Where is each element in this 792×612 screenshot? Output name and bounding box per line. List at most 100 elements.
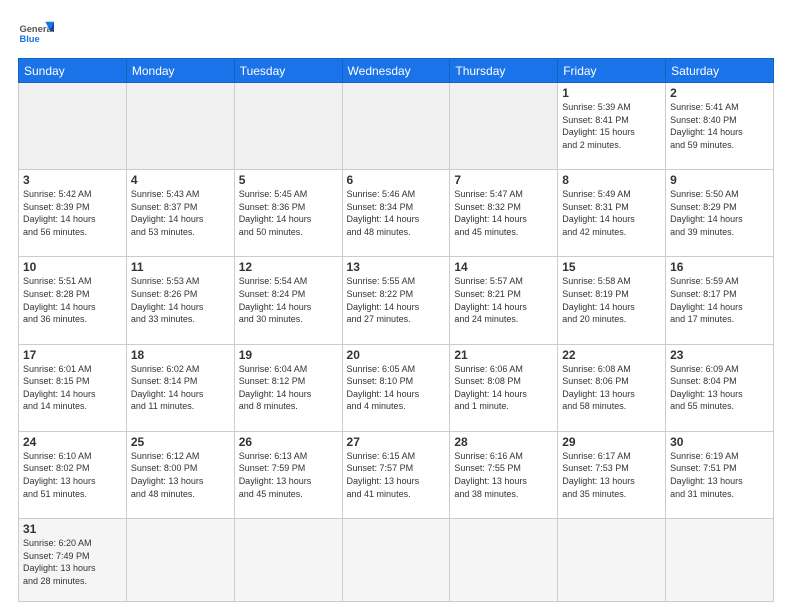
calendar-cell: 7Sunrise: 5:47 AM Sunset: 8:32 PM Daylig…: [450, 170, 558, 257]
day-info: Sunrise: 5:49 AM Sunset: 8:31 PM Dayligh…: [562, 188, 661, 238]
day-info: Sunrise: 6:19 AM Sunset: 7:51 PM Dayligh…: [670, 450, 769, 500]
day-info: Sunrise: 5:43 AM Sunset: 8:37 PM Dayligh…: [131, 188, 230, 238]
calendar-week-5: 24Sunrise: 6:10 AM Sunset: 8:02 PM Dayli…: [19, 431, 774, 518]
calendar-cell: 28Sunrise: 6:16 AM Sunset: 7:55 PM Dayli…: [450, 431, 558, 518]
calendar-cell: [126, 518, 234, 601]
day-info: Sunrise: 5:41 AM Sunset: 8:40 PM Dayligh…: [670, 101, 769, 151]
weekday-header-saturday: Saturday: [666, 59, 774, 83]
calendar-cell: 25Sunrise: 6:12 AM Sunset: 8:00 PM Dayli…: [126, 431, 234, 518]
day-number: 24: [23, 435, 122, 449]
day-info: Sunrise: 6:17 AM Sunset: 7:53 PM Dayligh…: [562, 450, 661, 500]
day-info: Sunrise: 5:53 AM Sunset: 8:26 PM Dayligh…: [131, 275, 230, 325]
day-info: Sunrise: 5:45 AM Sunset: 8:36 PM Dayligh…: [239, 188, 338, 238]
logo: General Blue: [18, 16, 54, 52]
calendar-cell: 21Sunrise: 6:06 AM Sunset: 8:08 PM Dayli…: [450, 344, 558, 431]
day-number: 20: [347, 348, 446, 362]
day-number: 23: [670, 348, 769, 362]
calendar-header: SundayMondayTuesdayWednesdayThursdayFrid…: [19, 59, 774, 83]
day-info: Sunrise: 6:02 AM Sunset: 8:14 PM Dayligh…: [131, 363, 230, 413]
calendar-cell: [666, 518, 774, 601]
calendar-cell: 16Sunrise: 5:59 AM Sunset: 8:17 PM Dayli…: [666, 257, 774, 344]
calendar-cell: 17Sunrise: 6:01 AM Sunset: 8:15 PM Dayli…: [19, 344, 127, 431]
calendar-cell: 4Sunrise: 5:43 AM Sunset: 8:37 PM Daylig…: [126, 170, 234, 257]
day-number: 31: [23, 522, 122, 536]
day-number: 25: [131, 435, 230, 449]
calendar-cell: 15Sunrise: 5:58 AM Sunset: 8:19 PM Dayli…: [558, 257, 666, 344]
calendar-cell: [19, 83, 127, 170]
calendar-cell: 22Sunrise: 6:08 AM Sunset: 8:06 PM Dayli…: [558, 344, 666, 431]
day-number: 19: [239, 348, 338, 362]
calendar-body: 1Sunrise: 5:39 AM Sunset: 8:41 PM Daylig…: [19, 83, 774, 602]
header: General Blue: [18, 16, 774, 52]
day-info: Sunrise: 6:13 AM Sunset: 7:59 PM Dayligh…: [239, 450, 338, 500]
day-info: Sunrise: 6:16 AM Sunset: 7:55 PM Dayligh…: [454, 450, 553, 500]
calendar-cell: 9Sunrise: 5:50 AM Sunset: 8:29 PM Daylig…: [666, 170, 774, 257]
day-number: 15: [562, 260, 661, 274]
day-number: 14: [454, 260, 553, 274]
weekday-header-monday: Monday: [126, 59, 234, 83]
day-number: 12: [239, 260, 338, 274]
calendar-week-6: 31Sunrise: 6:20 AM Sunset: 7:49 PM Dayli…: [19, 518, 774, 601]
day-info: Sunrise: 5:47 AM Sunset: 8:32 PM Dayligh…: [454, 188, 553, 238]
calendar-cell: 5Sunrise: 5:45 AM Sunset: 8:36 PM Daylig…: [234, 170, 342, 257]
day-info: Sunrise: 6:10 AM Sunset: 8:02 PM Dayligh…: [23, 450, 122, 500]
day-info: Sunrise: 6:01 AM Sunset: 8:15 PM Dayligh…: [23, 363, 122, 413]
calendar-cell: [450, 83, 558, 170]
day-number: 28: [454, 435, 553, 449]
day-number: 1: [562, 86, 661, 100]
day-info: Sunrise: 5:58 AM Sunset: 8:19 PM Dayligh…: [562, 275, 661, 325]
calendar-cell: 27Sunrise: 6:15 AM Sunset: 7:57 PM Dayli…: [342, 431, 450, 518]
calendar-cell: 6Sunrise: 5:46 AM Sunset: 8:34 PM Daylig…: [342, 170, 450, 257]
day-number: 16: [670, 260, 769, 274]
day-number: 10: [23, 260, 122, 274]
calendar-cell: 29Sunrise: 6:17 AM Sunset: 7:53 PM Dayli…: [558, 431, 666, 518]
calendar-table: SundayMondayTuesdayWednesdayThursdayFrid…: [18, 58, 774, 602]
calendar-cell: 1Sunrise: 5:39 AM Sunset: 8:41 PM Daylig…: [558, 83, 666, 170]
calendar-week-2: 3Sunrise: 5:42 AM Sunset: 8:39 PM Daylig…: [19, 170, 774, 257]
day-number: 6: [347, 173, 446, 187]
day-info: Sunrise: 6:06 AM Sunset: 8:08 PM Dayligh…: [454, 363, 553, 413]
day-number: 18: [131, 348, 230, 362]
calendar-cell: 30Sunrise: 6:19 AM Sunset: 7:51 PM Dayli…: [666, 431, 774, 518]
weekday-header-thursday: Thursday: [450, 59, 558, 83]
weekday-header-row: SundayMondayTuesdayWednesdayThursdayFrid…: [19, 59, 774, 83]
calendar-cell: [342, 83, 450, 170]
day-number: 5: [239, 173, 338, 187]
day-number: 13: [347, 260, 446, 274]
page: General Blue SundayMondayTuesdayWednesda…: [0, 0, 792, 612]
calendar-cell: [450, 518, 558, 601]
day-number: 3: [23, 173, 122, 187]
calendar-cell: [558, 518, 666, 601]
day-number: 21: [454, 348, 553, 362]
calendar-cell: [342, 518, 450, 601]
day-number: 22: [562, 348, 661, 362]
day-info: Sunrise: 6:09 AM Sunset: 8:04 PM Dayligh…: [670, 363, 769, 413]
calendar-cell: [126, 83, 234, 170]
calendar-cell: [234, 518, 342, 601]
day-info: Sunrise: 5:50 AM Sunset: 8:29 PM Dayligh…: [670, 188, 769, 238]
day-info: Sunrise: 6:20 AM Sunset: 7:49 PM Dayligh…: [23, 537, 122, 587]
day-number: 2: [670, 86, 769, 100]
calendar-cell: 26Sunrise: 6:13 AM Sunset: 7:59 PM Dayli…: [234, 431, 342, 518]
day-info: Sunrise: 5:59 AM Sunset: 8:17 PM Dayligh…: [670, 275, 769, 325]
calendar-cell: 11Sunrise: 5:53 AM Sunset: 8:26 PM Dayli…: [126, 257, 234, 344]
calendar-cell: 13Sunrise: 5:55 AM Sunset: 8:22 PM Dayli…: [342, 257, 450, 344]
day-info: Sunrise: 6:05 AM Sunset: 8:10 PM Dayligh…: [347, 363, 446, 413]
day-info: Sunrise: 5:57 AM Sunset: 8:21 PM Dayligh…: [454, 275, 553, 325]
day-info: Sunrise: 5:42 AM Sunset: 8:39 PM Dayligh…: [23, 188, 122, 238]
calendar-cell: 10Sunrise: 5:51 AM Sunset: 8:28 PM Dayli…: [19, 257, 127, 344]
calendar-cell: 31Sunrise: 6:20 AM Sunset: 7:49 PM Dayli…: [19, 518, 127, 601]
day-number: 26: [239, 435, 338, 449]
calendar-cell: 19Sunrise: 6:04 AM Sunset: 8:12 PM Dayli…: [234, 344, 342, 431]
calendar-cell: 23Sunrise: 6:09 AM Sunset: 8:04 PM Dayli…: [666, 344, 774, 431]
day-number: 29: [562, 435, 661, 449]
calendar-cell: 3Sunrise: 5:42 AM Sunset: 8:39 PM Daylig…: [19, 170, 127, 257]
calendar-cell: 24Sunrise: 6:10 AM Sunset: 8:02 PM Dayli…: [19, 431, 127, 518]
day-info: Sunrise: 6:12 AM Sunset: 8:00 PM Dayligh…: [131, 450, 230, 500]
weekday-header-sunday: Sunday: [19, 59, 127, 83]
day-info: Sunrise: 6:04 AM Sunset: 8:12 PM Dayligh…: [239, 363, 338, 413]
day-number: 7: [454, 173, 553, 187]
day-info: Sunrise: 5:51 AM Sunset: 8:28 PM Dayligh…: [23, 275, 122, 325]
weekday-header-friday: Friday: [558, 59, 666, 83]
day-number: 9: [670, 173, 769, 187]
